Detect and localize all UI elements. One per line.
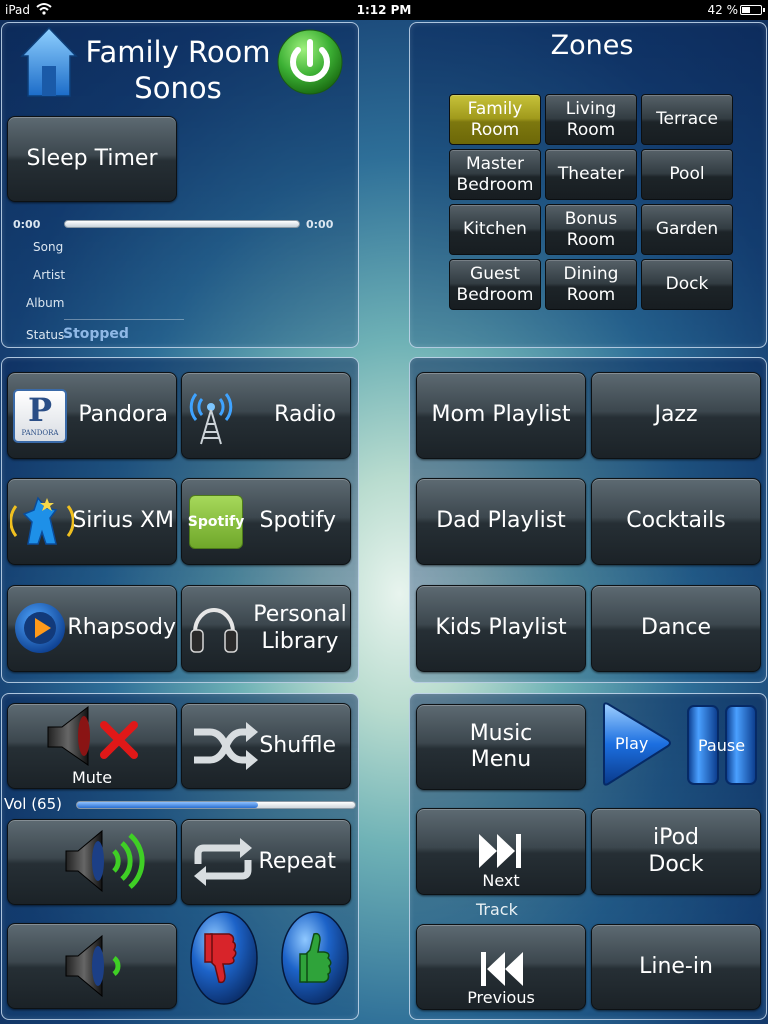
status-time: 1:12 PM — [356, 3, 412, 17]
cocktails-button[interactable]: Cocktails — [591, 478, 761, 565]
headphones-icon — [190, 608, 238, 653]
mute-label: Mute — [71, 768, 113, 787]
volume-slider-track[interactable] — [76, 801, 356, 809]
zone-title-line1: Family Room — [85, 35, 271, 69]
ipod-dock-button[interactable]: iPod Dock — [591, 808, 761, 895]
status-label: Status — [26, 328, 65, 342]
play-label: Play — [615, 734, 649, 753]
repeat-label: Repeat — [258, 848, 336, 874]
zone-master-bedroom[interactable]: Master Bedroom — [449, 149, 541, 200]
pause-label: Pause — [698, 736, 746, 755]
rhapsody-label: Rhapsody — [67, 615, 176, 641]
ipod-dock-label: iPod Dock — [648, 825, 703, 878]
volume-slider-fill — [77, 802, 258, 808]
previous-track-icon — [481, 952, 523, 986]
zone-kitchen[interactable]: Kitchen — [449, 204, 541, 255]
status-bar: iPad 1:12 PM 42 % — [0, 0, 768, 20]
radio-tower-icon — [189, 393, 233, 445]
progress-bar[interactable] — [64, 220, 300, 228]
album-label: Album — [26, 296, 65, 310]
sirius-dog-icon — [10, 496, 74, 545]
status-value: Stopped — [63, 326, 129, 342]
ipod-dock-line1: iPod — [652, 825, 700, 851]
zone-pool[interactable]: Pool — [641, 149, 733, 200]
power-button[interactable] — [276, 28, 344, 96]
time-total: 0:00 — [306, 218, 334, 231]
thumbs-up-button[interactable] — [280, 910, 350, 1006]
sirius-xm-label: Sirius XM — [72, 508, 174, 534]
zone-theater[interactable]: Theater — [545, 149, 637, 200]
zone-terrace[interactable]: Terrace — [641, 94, 733, 145]
pause-button[interactable]: Pause — [686, 704, 760, 786]
spotify-logo-icon: Spotify — [187, 495, 245, 549]
zone-guest-bedroom[interactable]: Guest Bedroom — [449, 259, 541, 310]
spotify-label: Spotify — [259, 508, 336, 534]
thumbs-down-button[interactable] — [189, 910, 259, 1006]
spotify-logo-text: Spotify — [187, 514, 245, 530]
pandora-logo-letter: P — [27, 391, 53, 429]
song-label: Song — [33, 240, 64, 254]
speaker-mute-icon — [47, 705, 138, 766]
speaker-loud-icon — [65, 829, 145, 893]
line-in-button[interactable]: Line-in — [591, 924, 761, 1010]
jazz-button[interactable]: Jazz — [591, 372, 761, 459]
music-menu-line2: Menu — [470, 747, 532, 772]
radio-label: Radio — [274, 402, 336, 428]
sleep-timer-button[interactable]: Sleep Timer — [7, 116, 177, 202]
time-elapsed: 0:00 — [13, 218, 41, 231]
pandora-logo-text: PANDORA — [21, 429, 59, 437]
next-track-icon — [479, 834, 521, 868]
play-button[interactable]: Play — [598, 700, 674, 790]
zone-dock[interactable]: Dock — [641, 259, 733, 310]
zone-bonus-room[interactable]: Bonus Room — [545, 204, 637, 255]
mom-playlist-button[interactable]: Mom Playlist — [416, 372, 586, 459]
battery-percent: 42 % — [707, 3, 739, 17]
previous-label: Previous — [467, 987, 535, 1007]
status-divider — [64, 319, 184, 320]
battery-icon — [740, 5, 765, 15]
ipod-dock-line2: Dock — [648, 851, 704, 877]
zone-living-room[interactable]: Living Room — [545, 94, 637, 145]
pandora-logo-icon: P PANDORA — [13, 389, 67, 443]
personal-library-line2: Library — [261, 628, 339, 654]
zone-dining-room[interactable]: Dining Room — [545, 259, 637, 310]
shuffle-label: Shuffle — [259, 732, 336, 758]
next-label: Next — [482, 870, 520, 890]
dance-button[interactable]: Dance — [591, 585, 761, 672]
zone-family-room[interactable]: Family Room — [449, 94, 541, 145]
shuffle-icon — [194, 722, 258, 770]
pandora-label: Pandora — [78, 402, 168, 428]
repeat-icon — [194, 838, 252, 886]
personal-library-line1: Personal — [253, 602, 347, 628]
zone-garden[interactable]: Garden — [641, 204, 733, 255]
music-menu-label: Music Menu — [470, 721, 533, 774]
dad-playlist-button[interactable]: Dad Playlist — [416, 478, 586, 565]
speaker-quiet-icon — [65, 934, 121, 998]
personal-library-label: Personal Library — [250, 602, 350, 655]
artist-label: Artist — [33, 268, 66, 282]
zone-title-line2: Sonos — [134, 71, 222, 105]
track-label: Track — [476, 900, 518, 919]
zones-title: Zones — [550, 30, 634, 61]
rhapsody-play-icon — [15, 603, 65, 653]
music-menu-line1: Music — [469, 720, 533, 746]
music-menu-button[interactable]: Music Menu — [416, 704, 586, 790]
kids-playlist-button[interactable]: Kids Playlist — [416, 585, 586, 672]
volume-label: Vol (65) — [4, 795, 63, 813]
zone-title: Family Room Sonos — [80, 34, 276, 106]
home-icon[interactable] — [20, 26, 78, 98]
